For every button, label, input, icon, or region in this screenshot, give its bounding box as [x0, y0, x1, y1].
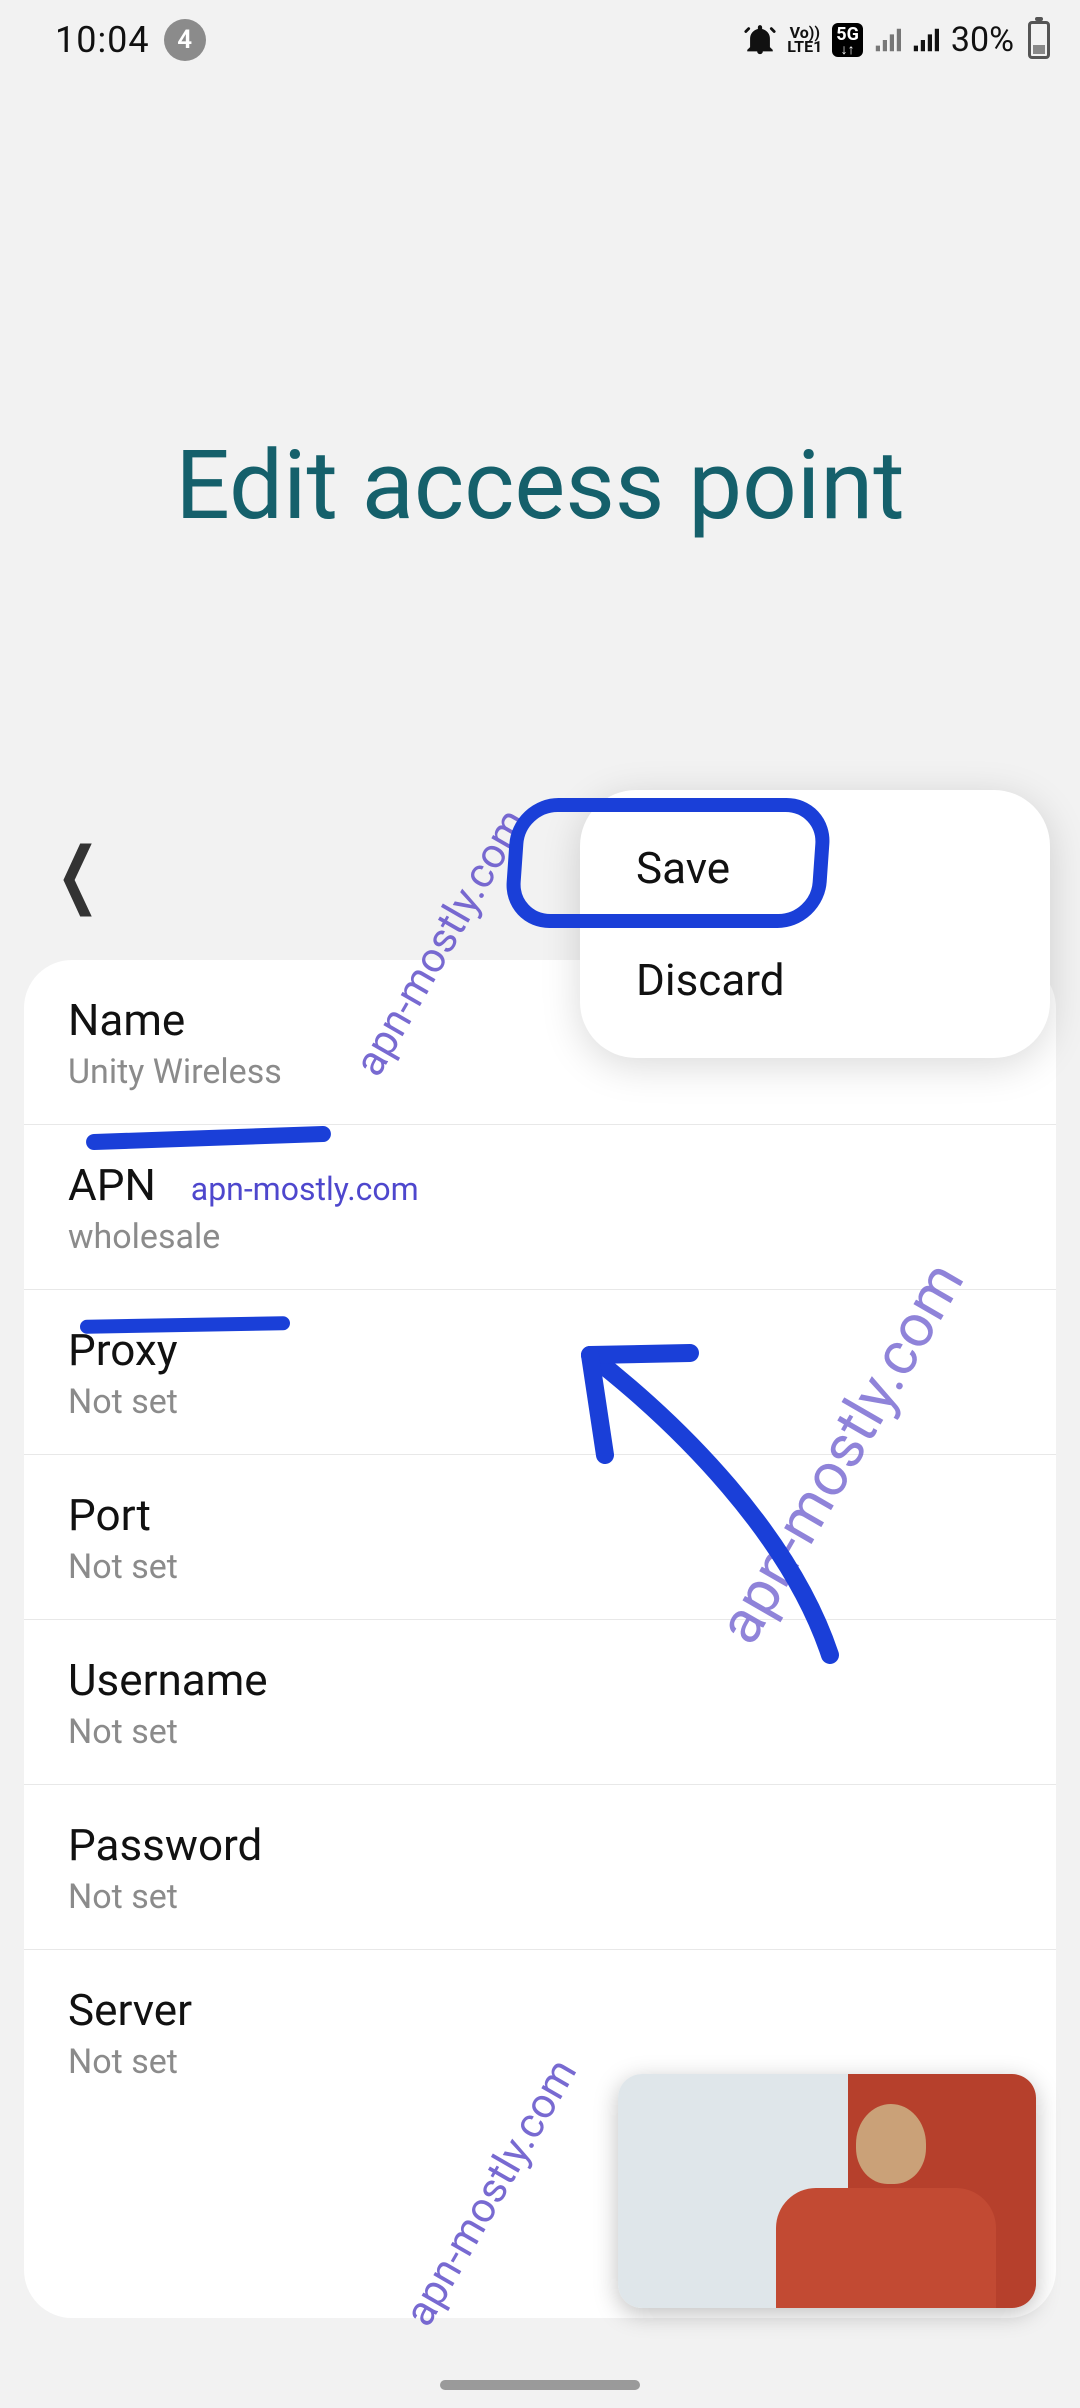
- field-port-value: Not set: [68, 1547, 1012, 1587]
- field-password[interactable]: Password Not set: [24, 1785, 1056, 1950]
- battery-percent: 30%: [951, 20, 1014, 60]
- volte-icon: Vo)) LTE1: [787, 26, 822, 54]
- field-proxy-value: Not set: [68, 1382, 1012, 1422]
- watermark-text-inline: apn-mostly.com: [191, 1170, 419, 1208]
- page-title: Edit access point: [0, 430, 1080, 542]
- pip-person-body: [776, 2188, 996, 2308]
- notification-count-badge: 4: [164, 19, 206, 61]
- signal-icon-2: [911, 26, 939, 54]
- signal-icon-1: [873, 26, 901, 54]
- field-apn[interactable]: APN apn-mostly.com wholesale: [24, 1125, 1056, 1290]
- field-server-label: Server: [68, 1984, 1012, 2036]
- pip-video-thumbnail[interactable]: [618, 2074, 1036, 2308]
- field-username-value: Not set: [68, 1712, 1012, 1752]
- menu-discard[interactable]: Discard: [580, 924, 1050, 1036]
- field-username[interactable]: Username Not set: [24, 1620, 1056, 1785]
- field-apn-value: wholesale: [68, 1217, 1012, 1257]
- clock: 10:04: [55, 19, 150, 61]
- battery-icon: [1028, 21, 1050, 59]
- field-proxy[interactable]: Proxy Not set: [24, 1290, 1056, 1455]
- fiveg-icon: 5G ↓↑: [832, 23, 863, 57]
- field-proxy-label: Proxy: [68, 1324, 1012, 1376]
- field-port-label: Port: [68, 1489, 1012, 1541]
- status-indicators: Vo)) LTE1 5G ↓↑ 30%: [743, 20, 1050, 60]
- gesture-nav-handle[interactable]: [440, 2380, 640, 2390]
- field-port[interactable]: Port Not set: [24, 1455, 1056, 1620]
- field-password-label: Password: [68, 1819, 1012, 1871]
- overflow-menu: Save Discard: [580, 790, 1050, 1058]
- back-button[interactable]: ❮: [56, 832, 100, 917]
- field-password-value: Not set: [68, 1877, 1012, 1917]
- field-apn-label: APN apn-mostly.com: [68, 1159, 1012, 1211]
- status-bar: 10:04 4 Vo)) LTE1 5G ↓↑ 30%: [0, 0, 1080, 80]
- menu-save[interactable]: Save: [580, 812, 1050, 924]
- field-username-label: Username: [68, 1654, 1012, 1706]
- field-name-value: Unity Wireless: [68, 1052, 1012, 1092]
- alarm-icon: [743, 23, 777, 57]
- pip-person-head: [856, 2104, 926, 2184]
